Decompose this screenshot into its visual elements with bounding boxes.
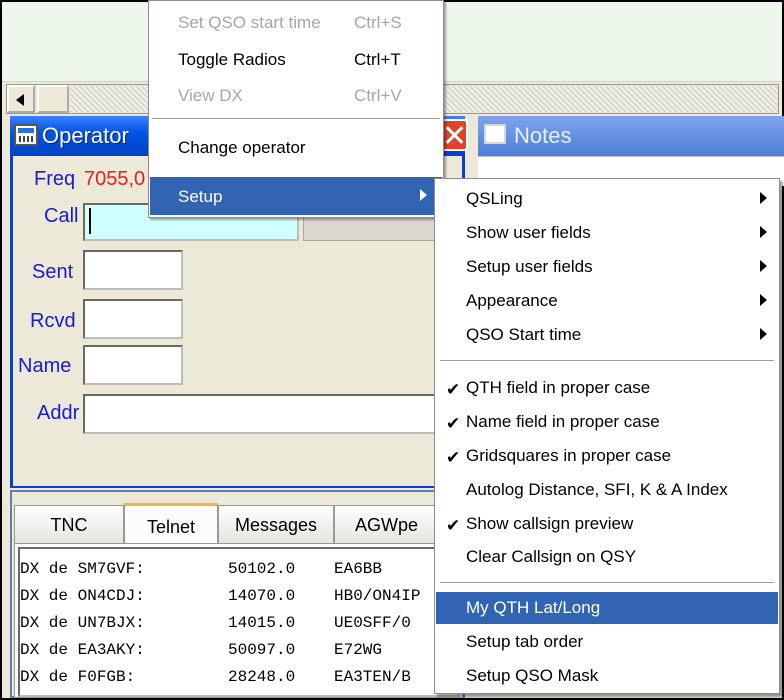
freq-value: 7055,0 bbox=[84, 168, 146, 190]
submenu-arrow-icon bbox=[760, 260, 767, 272]
menu-item-qth-proper-case[interactable]: QTH field in proper case bbox=[466, 378, 650, 398]
menu-separator bbox=[440, 582, 774, 586]
rcvd-label: Rcvd bbox=[30, 310, 76, 332]
spot-spotter: DX de ON4CDJ: bbox=[20, 587, 145, 605]
check-icon: ✔ bbox=[446, 380, 461, 399]
spot-spotter: DX de UN7BJX: bbox=[20, 614, 145, 632]
menu-item-name-proper-case[interactable]: Name field in proper case bbox=[466, 412, 660, 432]
shortcut-ctrl-s: Ctrl+S bbox=[354, 13, 402, 32]
addr-label: Addr bbox=[37, 402, 80, 424]
menu-separator bbox=[440, 360, 774, 364]
sent-label: Sent bbox=[32, 261, 74, 283]
spot-spotter: DX de F0FGB: bbox=[20, 668, 136, 686]
scrollbar-thumb[interactable] bbox=[37, 85, 69, 113]
check-icon: ✔ bbox=[446, 414, 461, 433]
tab-messages[interactable]: Messages bbox=[218, 505, 334, 543]
shortcut-ctrl-v: Ctrl+V bbox=[354, 86, 402, 105]
menu-item-setup-label: Setup bbox=[178, 187, 223, 206]
menu-item-my-qth-lat-long[interactable]: My QTH Lat/Long bbox=[466, 598, 600, 618]
freq-label: Freq bbox=[34, 168, 76, 190]
scroll-left-arrow-icon[interactable] bbox=[7, 85, 35, 113]
submenu-arrow-icon bbox=[420, 189, 427, 201]
spot-dx: EA3TEN/B bbox=[334, 668, 411, 686]
submenu-arrow-icon bbox=[760, 294, 767, 306]
menu-item-qso-start-time[interactable]: QSO Start time bbox=[466, 325, 581, 345]
spot-freq: 28248.0 bbox=[228, 668, 296, 686]
menu-item-set-qso-start-time[interactable]: Set QSO start time bbox=[178, 13, 321, 33]
submenu-arrow-icon bbox=[760, 192, 767, 204]
spot-freq: 14070.0 bbox=[228, 587, 296, 605]
menu-item-appearance[interactable]: Appearance bbox=[466, 291, 558, 311]
check-icon: ✔ bbox=[446, 448, 461, 467]
menu-item-change-operator[interactable]: Change operator bbox=[178, 138, 306, 158]
menu-item-view-dx[interactable]: View DX bbox=[178, 86, 243, 106]
submenu-arrow-icon bbox=[760, 328, 767, 340]
menu-separator bbox=[152, 118, 440, 120]
menu-item-setup-user-fields[interactable]: Setup user fields bbox=[466, 257, 593, 277]
call-label: Call bbox=[44, 205, 79, 227]
spot-dx: E72WG bbox=[334, 641, 383, 659]
menu-item-toggle-radios[interactable]: Toggle Radios bbox=[178, 50, 286, 70]
name-input[interactable] bbox=[83, 345, 183, 385]
menu-item-setup-tab-order[interactable]: Setup tab order bbox=[466, 632, 583, 652]
spot-freq: 50102.0 bbox=[228, 560, 296, 578]
spot-spotter: DX de EA3AKY: bbox=[20, 641, 145, 659]
spot-dx: EA6BB bbox=[334, 560, 383, 578]
rcvd-input[interactable] bbox=[83, 299, 183, 339]
name-label: Name bbox=[18, 355, 72, 377]
tab-tnc[interactable]: TNC bbox=[14, 505, 124, 543]
operator-close-icon[interactable] bbox=[440, 119, 468, 151]
sent-input[interactable] bbox=[83, 250, 183, 290]
text-caret bbox=[89, 208, 91, 234]
menu-item-qsling[interactable]: QSLing bbox=[466, 189, 523, 209]
menu-item-show-user-fields[interactable]: Show user fields bbox=[466, 223, 591, 243]
menu-item-setup-qso-mask[interactable]: Setup QSO Mask bbox=[466, 666, 598, 686]
addr-input[interactable] bbox=[83, 394, 465, 434]
spot-dx: UE0SFF/0 bbox=[334, 614, 411, 632]
menu-item-show-callsign-preview[interactable]: Show callsign preview bbox=[466, 514, 633, 534]
tab-telnet[interactable]: Telnet bbox=[124, 503, 218, 543]
spot-freq: 14015.0 bbox=[228, 614, 296, 632]
notes-window-title: Notes bbox=[514, 123, 572, 148]
submenu-arrow-icon bbox=[760, 226, 767, 238]
spot-dx: HB0/ON4IP bbox=[334, 587, 421, 605]
spot-freq: 50097.0 bbox=[228, 641, 296, 659]
operator-window-icon bbox=[14, 124, 38, 146]
spot-spotter: DX de SM7GVF: bbox=[20, 560, 145, 578]
operator-window-title: Operator bbox=[42, 123, 129, 148]
check-icon: ✔ bbox=[446, 516, 461, 535]
menu-item-autolog-distance[interactable]: Autolog Distance, SFI, K & A Index bbox=[466, 480, 728, 500]
notes-window-icon bbox=[484, 124, 506, 144]
tab-agwpe[interactable]: AGWpe bbox=[334, 505, 439, 543]
menu-item-clear-callsign-on-qsy[interactable]: Clear Callsign on QSY bbox=[466, 547, 636, 567]
shortcut-ctrl-t: Ctrl+T bbox=[354, 50, 401, 69]
menu-item-gridsquares-proper-case[interactable]: Gridsquares in proper case bbox=[466, 446, 671, 466]
